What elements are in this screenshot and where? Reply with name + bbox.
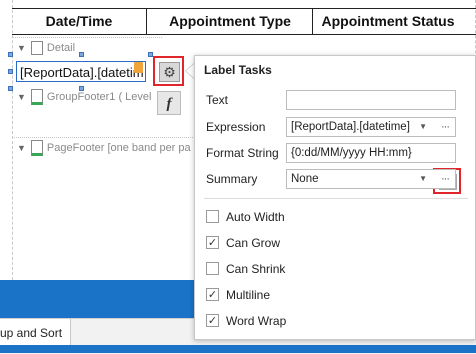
ellipsis-icon[interactable]: ··· xyxy=(441,170,450,188)
header-cell-appointment-status[interactable]: Appointment Status xyxy=(312,9,463,34)
checkbox-box[interactable] xyxy=(206,210,219,224)
summary-dropdown[interactable]: None ▼ ··· xyxy=(286,169,456,189)
checkbox-label: Can Grow xyxy=(226,236,281,250)
checkmark-icon[interactable]: ✓ xyxy=(206,236,219,250)
popup-title: Label Tasks xyxy=(204,63,272,77)
header-cell-appointment-type[interactable]: Appointment Type xyxy=(146,9,313,34)
page-footer-icon xyxy=(30,140,43,157)
text-input[interactable] xyxy=(286,90,456,110)
checkbox-multiline[interactable]: ✓ Multiline xyxy=(206,287,270,305)
format-string-value: {0:dd/MM/yyyy HH:mm} xyxy=(291,147,412,159)
ellipsis-icon[interactable]: ··· xyxy=(441,118,450,136)
checkmark-icon[interactable]: ✓ xyxy=(206,314,219,328)
table-header-row: Date/Time Appointment Type Appointment S… xyxy=(12,8,476,35)
checkbox-label: Multiline xyxy=(226,288,271,302)
checkbox-can-grow[interactable]: ✓ Can Grow xyxy=(206,235,280,253)
checkbox-auto-width[interactable]: Auto Width xyxy=(206,209,285,227)
summary-label: Summary xyxy=(206,172,258,186)
resize-handle[interactable] xyxy=(8,69,13,74)
divider xyxy=(204,198,468,199)
gear-icon[interactable]: ⚙ xyxy=(159,62,180,82)
collapse-triangle-icon[interactable]: ▼ xyxy=(17,38,26,58)
band-icon xyxy=(30,41,43,56)
checkbox-can-shrink[interactable]: Can Shrink xyxy=(206,261,285,279)
resize-handle[interactable] xyxy=(8,52,13,57)
format-string-label: Format String xyxy=(206,146,279,160)
dropdown-arrow-icon[interactable]: ▼ xyxy=(419,170,427,188)
band-page-footer-label: PageFooter [one band per pa xyxy=(46,142,191,154)
checkbox-word-wrap[interactable]: ✓ Word Wrap xyxy=(206,313,286,331)
resize-handle[interactable] xyxy=(79,52,84,57)
checkmark-icon[interactable]: ✓ xyxy=(206,288,219,302)
label-tasks-popup: Label Tasks Text Expression [ReportData]… xyxy=(194,55,476,340)
band-detail-label: Detail xyxy=(46,42,76,54)
band-group-footer[interactable]: ▼ GroupFooter1 ( Level xyxy=(12,87,162,107)
expression-value: [ReportData].[datetime] xyxy=(291,121,410,133)
checkbox-label: Can Shrink xyxy=(226,262,286,276)
collapse-triangle-icon[interactable]: ▼ xyxy=(17,87,26,107)
selected-datetime-label[interactable]: [ReportData].[datetim xyxy=(16,61,146,82)
smart-tag-highlight[interactable]: ⚙ xyxy=(153,56,184,86)
band-group-footer-label: GroupFooter1 ( Level xyxy=(46,91,152,103)
band-detail[interactable]: ▼ Detail xyxy=(12,37,162,58)
expression-dropdown[interactable]: [ReportData].[datetime] ▼ ··· xyxy=(286,117,456,137)
collapse-triangle-icon[interactable]: ▼ xyxy=(17,138,26,158)
expression-label: Expression xyxy=(206,120,266,134)
text-label: Text xyxy=(206,93,229,107)
group-footer-icon xyxy=(30,89,43,106)
format-string-input[interactable]: {0:dd/MM/yyyy HH:mm} xyxy=(286,143,456,163)
tab-strip-bottom-bar xyxy=(0,345,476,353)
band-page-footer[interactable]: ▼ PageFooter [one band per pa xyxy=(12,137,197,158)
checkbox-box[interactable] xyxy=(206,262,219,276)
summary-value: None xyxy=(291,173,319,185)
expression-tag-icon xyxy=(134,62,143,73)
dropdown-arrow-icon[interactable]: ▼ xyxy=(419,118,427,136)
checkbox-label: Auto Width xyxy=(226,210,285,224)
checkbox-label: Word Wrap xyxy=(226,314,287,328)
header-cell-datetime[interactable]: Date/Time xyxy=(12,9,146,34)
expression-function-icon[interactable]: f xyxy=(157,91,181,115)
